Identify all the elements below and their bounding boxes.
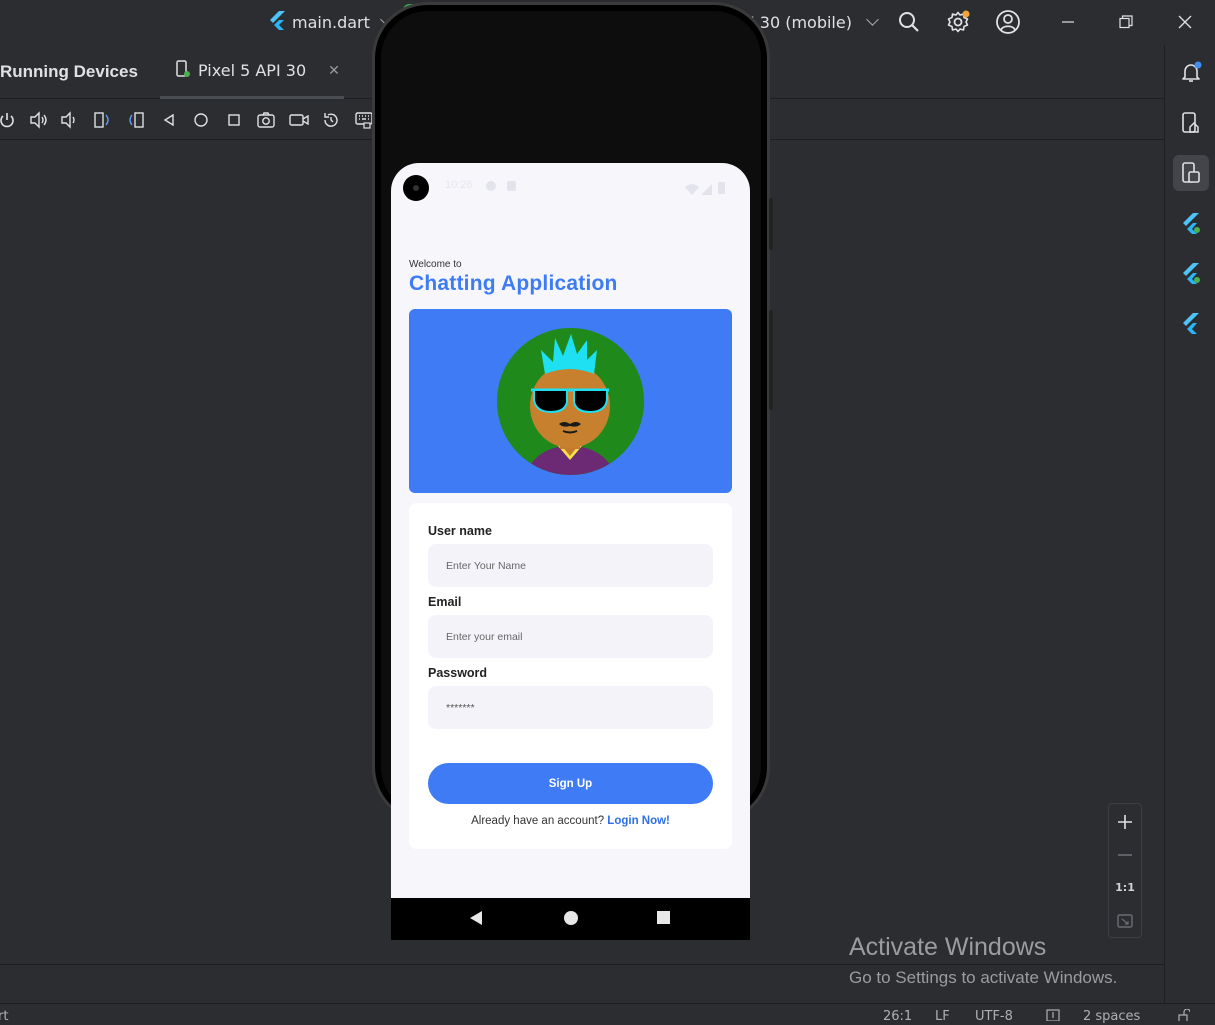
zoom-actual-size-button[interactable]: 1:1 bbox=[1109, 871, 1141, 904]
running-devices-icon[interactable] bbox=[1173, 155, 1209, 191]
sim-icon bbox=[507, 181, 516, 191]
volume-up-icon[interactable] bbox=[28, 109, 50, 131]
tab-label: Pixel 5 API 30 bbox=[198, 61, 307, 80]
flutter-outline-icon[interactable] bbox=[1173, 305, 1209, 341]
email-input[interactable] bbox=[428, 615, 713, 658]
caret-position[interactable]: 26:1 bbox=[883, 1009, 912, 1024]
device-screen[interactable]: 10:26 Welcome to Chatting Application Us… bbox=[391, 163, 750, 898]
power-key bbox=[769, 198, 773, 250]
minimize-button[interactable] bbox=[1039, 0, 1097, 44]
fit-screen-icon bbox=[1117, 913, 1133, 928]
restore-button[interactable] bbox=[1097, 0, 1155, 44]
camera-cutout bbox=[403, 175, 429, 201]
flutter-inspector-icon[interactable] bbox=[1173, 205, 1209, 241]
settings-button[interactable] bbox=[940, 4, 976, 40]
zoom-fit-button[interactable] bbox=[1109, 904, 1141, 937]
login-prompt-text: Already have an account? bbox=[471, 815, 605, 827]
volume-down-icon[interactable] bbox=[58, 109, 80, 131]
close-tab-icon[interactable]: ✕ bbox=[328, 63, 340, 79]
screen-record-icon[interactable] bbox=[288, 109, 310, 131]
device-tab-icon bbox=[176, 59, 190, 82]
restore-icon bbox=[1119, 15, 1133, 29]
close-window-button[interactable] bbox=[1156, 0, 1214, 44]
hero-banner bbox=[409, 309, 732, 493]
tool-window-title: Running Devices bbox=[0, 62, 138, 81]
signal-icon bbox=[701, 180, 712, 199]
overview-icon[interactable] bbox=[223, 109, 245, 131]
search-icon bbox=[899, 12, 919, 32]
signup-button[interactable]: Sign Up bbox=[428, 763, 713, 804]
minimize-icon bbox=[1062, 21, 1074, 23]
username-input[interactable] bbox=[428, 544, 713, 587]
volume-key bbox=[769, 310, 773, 410]
panel-divider bbox=[0, 964, 1164, 965]
zoom-out-button[interactable] bbox=[1109, 838, 1141, 871]
signup-form-card: User name Email Password Sign Up Already… bbox=[409, 503, 732, 849]
email-label: Email bbox=[428, 595, 462, 609]
activate-windows-subtitle: Go to Settings to activate Windows. bbox=[849, 968, 1118, 987]
right-tool-strip bbox=[1164, 45, 1215, 1005]
notifications-icon[interactable] bbox=[1173, 54, 1209, 90]
back-icon[interactable] bbox=[158, 109, 180, 131]
power-icon[interactable] bbox=[0, 109, 18, 131]
android-status-bar: 10:26 bbox=[391, 175, 750, 201]
nav-home-icon[interactable] bbox=[563, 910, 579, 930]
status-time: 10:26 bbox=[445, 179, 473, 191]
indent-setting[interactable]: 2 spaces bbox=[1083, 1009, 1140, 1024]
chevron-down-icon bbox=[866, 13, 879, 26]
login-link[interactable]: Login Now! bbox=[607, 815, 670, 827]
battery-icon bbox=[718, 179, 725, 198]
reset-icon[interactable] bbox=[320, 109, 342, 131]
welcome-text: Welcome to bbox=[409, 259, 462, 270]
home-icon[interactable] bbox=[190, 109, 212, 131]
activate-windows-title: Activate Windows bbox=[849, 933, 1047, 961]
status-left-text: rt bbox=[0, 1009, 9, 1024]
android-nav-bar bbox=[391, 898, 750, 940]
ide-status-bar: rt 26:1 LF UTF-8 2 spaces bbox=[0, 1003, 1215, 1024]
gear-icon bbox=[947, 10, 970, 33]
file-encoding[interactable]: UTF-8 bbox=[975, 1009, 1013, 1024]
password-input[interactable] bbox=[428, 686, 713, 729]
wifi-icon bbox=[685, 180, 699, 199]
nav-overview-icon[interactable] bbox=[656, 910, 671, 929]
notification-icon bbox=[486, 181, 496, 191]
flutter-icon bbox=[268, 10, 286, 34]
device-manager-icon[interactable] bbox=[1173, 105, 1209, 141]
zoom-in-button[interactable] bbox=[1109, 805, 1141, 838]
plus-icon bbox=[1118, 814, 1132, 829]
tab-pixel5[interactable]: Pixel 5 API 30 ✕ bbox=[160, 45, 344, 99]
minus-icon bbox=[1118, 853, 1132, 856]
account-button[interactable] bbox=[990, 4, 1026, 40]
nav-back-icon[interactable] bbox=[469, 910, 483, 930]
password-label: Password bbox=[428, 666, 488, 680]
screenshot-icon[interactable] bbox=[255, 109, 277, 131]
zoom-controls: 1:1 bbox=[1108, 803, 1142, 938]
login-prompt: Already have an account? Login Now! bbox=[409, 815, 732, 827]
flutter-performance-icon[interactable] bbox=[1173, 255, 1209, 291]
lock-icon[interactable] bbox=[1176, 1008, 1191, 1025]
app-title: Chatting Application bbox=[409, 272, 618, 295]
rotate-right-icon[interactable] bbox=[125, 109, 147, 131]
avatar-illustration bbox=[497, 328, 644, 475]
rotate-left-icon[interactable] bbox=[92, 109, 114, 131]
close-icon bbox=[1178, 15, 1192, 29]
username-label: User name bbox=[428, 524, 492, 538]
user-icon bbox=[996, 10, 1020, 34]
readonly-toggle-icon[interactable] bbox=[1046, 1009, 1060, 1025]
run-config-selector[interactable]: main.dart bbox=[268, 9, 393, 35]
run-config-label: main.dart bbox=[292, 12, 370, 32]
line-separator[interactable]: LF bbox=[935, 1009, 950, 1024]
search-button[interactable] bbox=[891, 4, 927, 40]
